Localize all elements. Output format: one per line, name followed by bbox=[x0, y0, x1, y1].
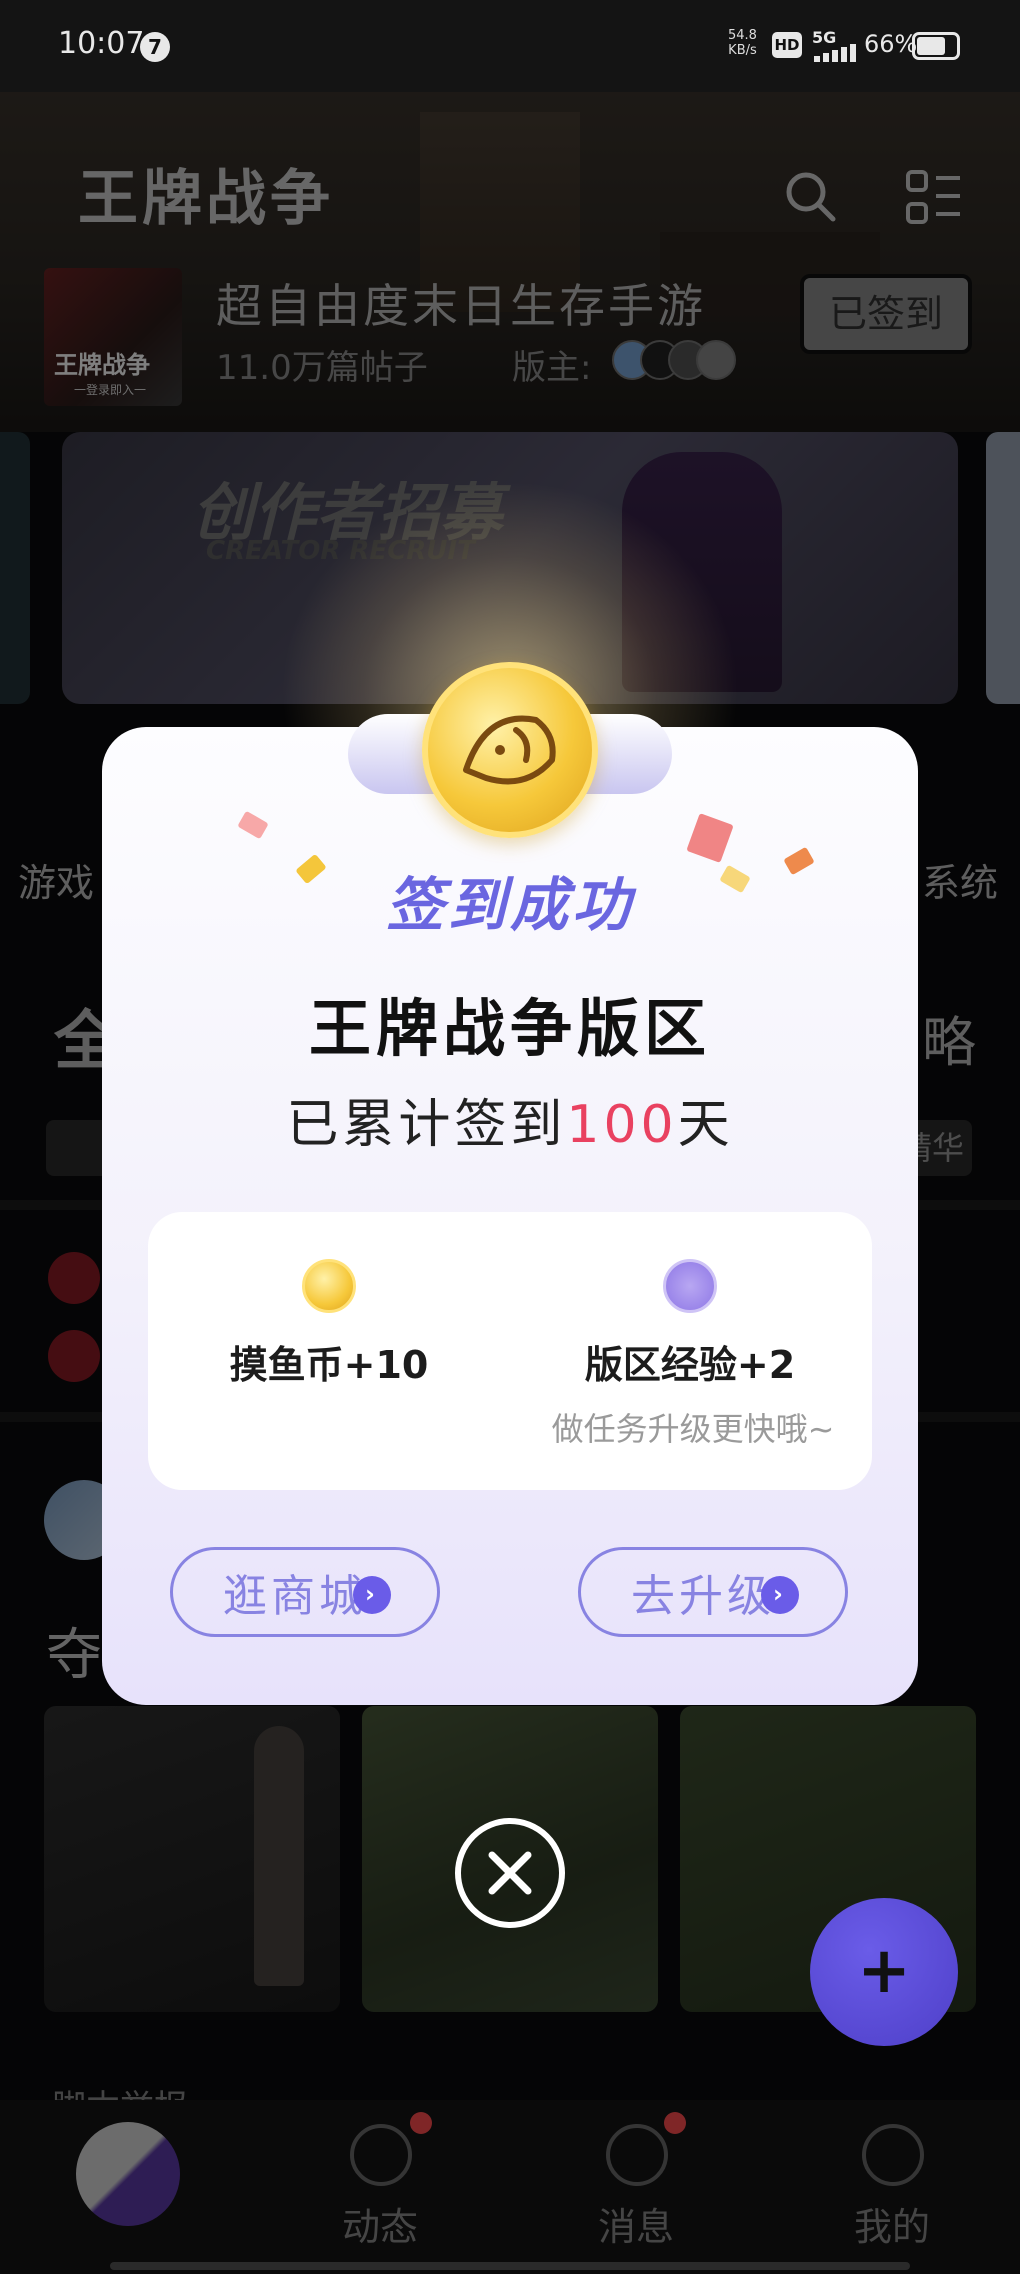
fish-coin-icon bbox=[302, 1259, 356, 1313]
net-speed: 54.8 KB/s bbox=[728, 28, 757, 58]
reward-experience: 版区经验+2 bbox=[584, 1343, 796, 1387]
board-name: 王牌战争版区 bbox=[308, 992, 711, 1065]
status-time: 10:07 bbox=[58, 26, 145, 61]
reward-coins: 摸鱼币+10 bbox=[229, 1343, 429, 1387]
checkin-success-title: 签到成功 bbox=[385, 871, 634, 939]
close-icon[interactable] bbox=[454, 1817, 566, 1929]
battery-icon bbox=[912, 32, 960, 60]
streak-prefix: 已累计签到 bbox=[286, 1095, 567, 1155]
battery-percent: 66% bbox=[864, 30, 918, 58]
signal-bars-icon bbox=[814, 44, 856, 62]
upgrade-button-label: 去升级 bbox=[631, 1571, 775, 1622]
fish-coin-icon bbox=[422, 662, 598, 838]
shop-button-label: 逛商城 bbox=[223, 1571, 367, 1622]
chevron-right-icon: › bbox=[353, 1576, 391, 1614]
streak-days: 100 bbox=[566, 1095, 678, 1155]
reward-note: 做任务升级更快哦~ bbox=[551, 1410, 835, 1448]
net-speed-value: 54.8 bbox=[728, 28, 757, 43]
upgrade-button[interactable]: 去升级 › bbox=[578, 1547, 848, 1637]
chevron-right-icon: › bbox=[761, 1576, 799, 1614]
status-bar: 10:07 7 54.8 KB/s HD 5G 66% bbox=[0, 0, 1020, 92]
shop-button[interactable]: 逛商城 › bbox=[170, 1547, 440, 1637]
hd-icon: HD bbox=[772, 32, 802, 58]
notification-badge: 7 bbox=[140, 32, 170, 62]
star-badge-icon bbox=[663, 1259, 717, 1313]
checkin-streak: 已累计签到100天 bbox=[0, 1082, 1020, 1157]
create-post-button[interactable]: + bbox=[810, 1898, 958, 2046]
net-speed-unit: KB/s bbox=[728, 43, 757, 58]
streak-suffix: 天 bbox=[677, 1095, 734, 1155]
